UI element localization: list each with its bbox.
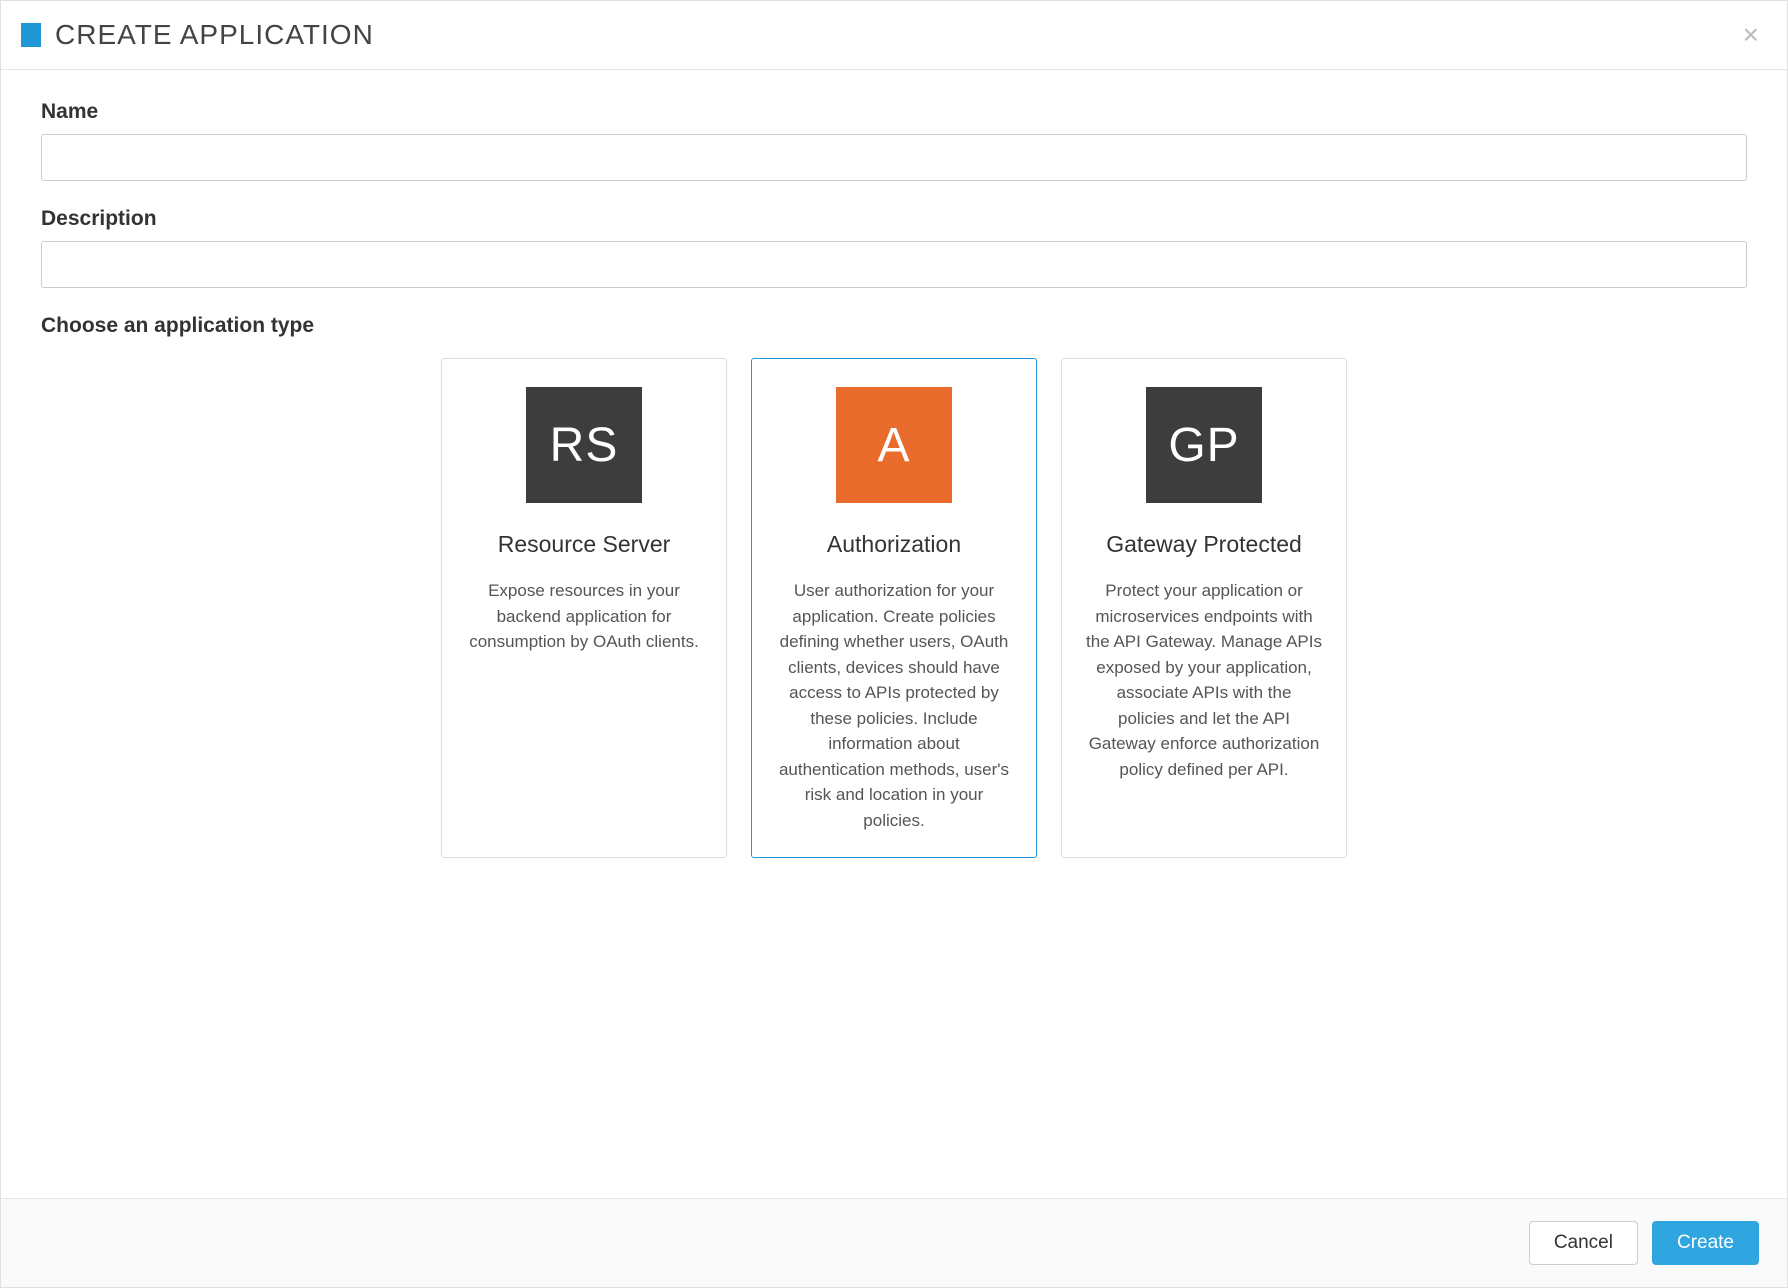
description-label: Description bbox=[41, 207, 1747, 231]
type-card-title: Gateway Protected bbox=[1082, 531, 1326, 558]
authorization-icon: A bbox=[836, 387, 952, 503]
resource-server-icon-text: RS bbox=[550, 418, 619, 473]
type-card-gateway-protected[interactable]: GP Gateway Protected Protect your applic… bbox=[1061, 358, 1347, 858]
create-button[interactable]: Create bbox=[1652, 1221, 1759, 1265]
header-accent-bar bbox=[21, 23, 41, 47]
type-card-title: Authorization bbox=[772, 531, 1016, 558]
gateway-protected-icon-text: GP bbox=[1168, 418, 1239, 473]
type-card-description: User authorization for your application.… bbox=[772, 578, 1016, 833]
type-card-description: Protect your application or microservice… bbox=[1082, 578, 1326, 782]
cancel-button[interactable]: Cancel bbox=[1529, 1221, 1638, 1265]
close-icon[interactable]: × bbox=[1743, 21, 1759, 49]
modal-title: CREATE APPLICATION bbox=[55, 19, 374, 51]
description-input[interactable] bbox=[41, 241, 1747, 288]
description-field-group: Description bbox=[41, 207, 1747, 288]
name-label: Name bbox=[41, 100, 1747, 124]
type-card-authorization[interactable]: A Authorization User authorization for y… bbox=[751, 358, 1037, 858]
modal-body: Name Description Choose an application t… bbox=[1, 70, 1787, 1198]
application-type-cards: RS Resource Server Expose resources in y… bbox=[41, 358, 1747, 858]
type-card-resource-server[interactable]: RS Resource Server Expose resources in y… bbox=[441, 358, 727, 858]
type-card-title: Resource Server bbox=[462, 531, 706, 558]
modal-header-left: CREATE APPLICATION bbox=[21, 19, 374, 51]
name-input[interactable] bbox=[41, 134, 1747, 181]
create-application-modal: CREATE APPLICATION × Name Description Ch… bbox=[0, 0, 1788, 1288]
resource-server-icon: RS bbox=[526, 387, 642, 503]
name-field-group: Name bbox=[41, 100, 1747, 181]
application-type-section-label: Choose an application type bbox=[41, 314, 1747, 338]
modal-header: CREATE APPLICATION × bbox=[1, 1, 1787, 70]
gateway-protected-icon: GP bbox=[1146, 387, 1262, 503]
type-card-description: Expose resources in your backend applica… bbox=[462, 578, 706, 655]
modal-footer: Cancel Create bbox=[1, 1198, 1787, 1287]
authorization-icon-text: A bbox=[877, 418, 910, 473]
